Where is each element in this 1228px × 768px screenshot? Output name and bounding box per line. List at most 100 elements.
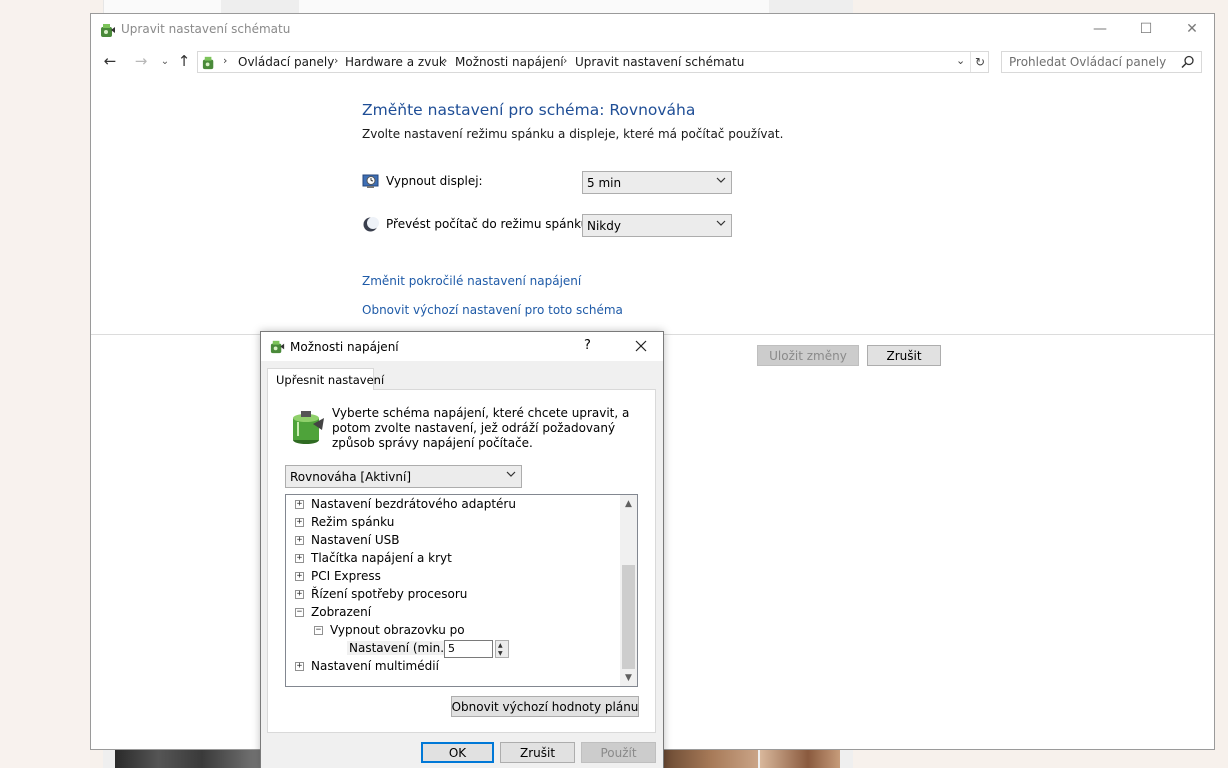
tree-item[interactable]: + Nastavení USB: [286, 532, 616, 550]
page-title: Změňte nastavení pro schéma: Rovnováha: [362, 101, 696, 119]
display-off-dropdown[interactable]: 5 min: [582, 171, 732, 194]
up-button[interactable]: ↑: [174, 51, 194, 71]
tree-item[interactable]: + Režim spánku: [286, 514, 616, 532]
close-icon[interactable]: [631, 336, 651, 356]
spin-up-icon[interactable]: ▲: [498, 642, 503, 649]
scroll-down-icon[interactable]: ▼: [620, 669, 637, 686]
background-photo-thumbnail: [664, 749, 758, 768]
cancel-button[interactable]: Zrušit: [867, 345, 941, 366]
expand-icon[interactable]: +: [295, 518, 304, 527]
breadcrumb-edit-plan[interactable]: Upravit nastavení schématu: [575, 55, 744, 69]
advanced-settings-panel: Vyberte schéma napájení, které chcete up…: [267, 389, 656, 733]
back-button[interactable]: ←: [100, 51, 120, 71]
moon-icon: [363, 217, 379, 232]
page-subtitle: Zvolte nastavení režimu spánku a displej…: [362, 127, 784, 141]
power-scheme-value: Rovnováha [Aktivní]: [290, 470, 412, 484]
tree-item-label: Řízení spotřeby procesoru: [311, 587, 468, 601]
control-panel-icon: [202, 56, 214, 70]
battery-icon: [293, 411, 324, 444]
save-changes-button[interactable]: Uložit změny: [757, 345, 859, 366]
recent-locations-button[interactable]: ⌄: [155, 51, 175, 71]
dialog-titlebar[interactable]: Možnosti napájení ?: [261, 332, 663, 361]
expand-icon[interactable]: +: [295, 554, 304, 563]
scroll-up-icon[interactable]: ▲: [620, 495, 637, 512]
dialog-cancel-button[interactable]: Zrušit: [500, 742, 575, 763]
tree-scrollbar[interactable]: ▲ ▼: [620, 495, 637, 686]
navigation-bar: ← → ⌄ ↑ › Ovládací panely › Hardware a z…: [91, 45, 1214, 75]
expand-icon[interactable]: +: [295, 500, 304, 509]
expand-icon[interactable]: +: [295, 590, 304, 599]
dialog-description: Vyberte schéma napájení, které chcete up…: [332, 406, 630, 450]
search-box[interactable]: [1001, 51, 1202, 73]
dialog-title: Možnosti napájení: [290, 340, 399, 354]
setting-minutes-input[interactable]: 5: [444, 640, 493, 658]
collapse-icon[interactable]: −: [314, 626, 323, 635]
power-options-icon: [101, 24, 115, 37]
restore-plan-defaults-button[interactable]: Obnovit výchozí hodnoty plánu: [451, 696, 639, 717]
close-button[interactable]: ✕: [1169, 14, 1215, 44]
expand-icon[interactable]: +: [295, 572, 304, 581]
sleep-dropdown[interactable]: Nikdy: [582, 214, 732, 237]
tab-advanced-settings[interactable]: Upřesnit nastavení: [267, 368, 384, 390]
tree-item-label: Nastavení USB: [311, 533, 400, 547]
breadcrumb-control-panel[interactable]: Ovládací panely: [238, 55, 334, 69]
advanced-settings-link[interactable]: Změnit pokročilé nastavení napájení: [362, 274, 581, 288]
spin-buttons[interactable]: ▲ ▼: [495, 640, 509, 658]
tree-item-label: Režim spánku: [311, 515, 395, 529]
apply-button[interactable]: Použít: [581, 742, 656, 763]
monitor-clock-icon: [362, 174, 379, 188]
breadcrumb-separator[interactable]: ›: [563, 54, 567, 67]
settings-tree[interactable]: + Nastavení bezdrátového adaptéru + Reži…: [285, 494, 638, 687]
window-title: Upravit nastavení schématu: [121, 22, 291, 36]
power-scheme-dropdown[interactable]: Rovnováha [Aktivní]: [285, 465, 522, 488]
expand-icon[interactable]: +: [295, 662, 304, 671]
address-bar[interactable]: › Ovládací panely › Hardware a zvuk › Mo…: [197, 51, 989, 73]
tree-item[interactable]: + Tlačítka napájení a kryt: [286, 550, 616, 568]
window-titlebar[interactable]: Upravit nastavení schématu — ☐ ✕: [91, 14, 1214, 45]
minimize-button[interactable]: —: [1077, 14, 1123, 44]
refresh-button[interactable]: ↻: [970, 52, 989, 72]
forward-button[interactable]: →: [131, 51, 151, 71]
tree-item[interactable]: + PCI Express: [286, 568, 616, 586]
sleep-value: Nikdy: [587, 219, 621, 233]
restore-defaults-link[interactable]: Obnovit výchozí nastavení pro toto schém…: [362, 303, 623, 317]
power-options-dialog: Možnosti napájení ? Upřesnit nastavení V…: [260, 331, 664, 768]
breadcrumb-hardware-sound[interactable]: Hardware a zvuk: [345, 55, 446, 69]
tree-item-label: Zobrazení: [311, 605, 372, 619]
background-photo-thumbnail: [760, 749, 840, 768]
background-photo-thumbnail: [115, 749, 260, 768]
scroll-thumb[interactable]: [622, 565, 635, 669]
maximize-button[interactable]: ☐: [1123, 14, 1169, 44]
breadcrumb-separator[interactable]: ›: [334, 54, 338, 67]
desktop-background: [0, 0, 90, 768]
chevron-down-icon: [506, 471, 516, 477]
tree-item-setting: Nastavení (min.): 5 ▲ ▼: [286, 640, 616, 658]
spin-down-icon[interactable]: ▼: [498, 650, 503, 657]
display-off-label: Vypnout displej:: [386, 174, 483, 188]
sleep-label: Převést počítač do režimu spánku:: [386, 217, 593, 231]
help-button[interactable]: ?: [584, 338, 591, 353]
tree-item-label: Tlačítka napájení a kryt: [311, 551, 452, 565]
tree-item[interactable]: − Zobrazení: [286, 604, 616, 622]
breadcrumb-separator[interactable]: ›: [443, 54, 447, 67]
breadcrumb-separator: ›: [223, 54, 228, 67]
tree-item-label: Nastavení multimédií: [311, 659, 439, 673]
background-window-top: [103, 0, 853, 14]
tree-item[interactable]: + Řízení spotřeby procesoru: [286, 586, 616, 604]
collapse-icon[interactable]: −: [295, 608, 304, 617]
tree-item-label: PCI Express: [311, 569, 381, 583]
power-options-icon: [270, 340, 285, 354]
breadcrumb-power-options[interactable]: Možnosti napájení: [455, 55, 564, 69]
chevron-down-icon: [716, 177, 726, 183]
tree-item[interactable]: + Nastavení multimédií: [286, 658, 616, 676]
search-icon[interactable]: [1181, 55, 1195, 69]
display-off-value: 5 min: [587, 176, 622, 190]
expand-icon[interactable]: +: [295, 536, 304, 545]
tree-item-label: Nastavení bezdrátového adaptéru: [311, 497, 516, 511]
tree-item[interactable]: + Nastavení bezdrátového adaptéru: [286, 496, 616, 514]
tree-item[interactable]: − Vypnout obrazovku po: [286, 622, 616, 640]
address-dropdown-button[interactable]: ⌄: [956, 54, 965, 67]
search-input[interactable]: [1009, 53, 1179, 71]
ok-button[interactable]: OK: [421, 742, 494, 763]
tree-item-label: Vypnout obrazovku po: [330, 623, 465, 637]
